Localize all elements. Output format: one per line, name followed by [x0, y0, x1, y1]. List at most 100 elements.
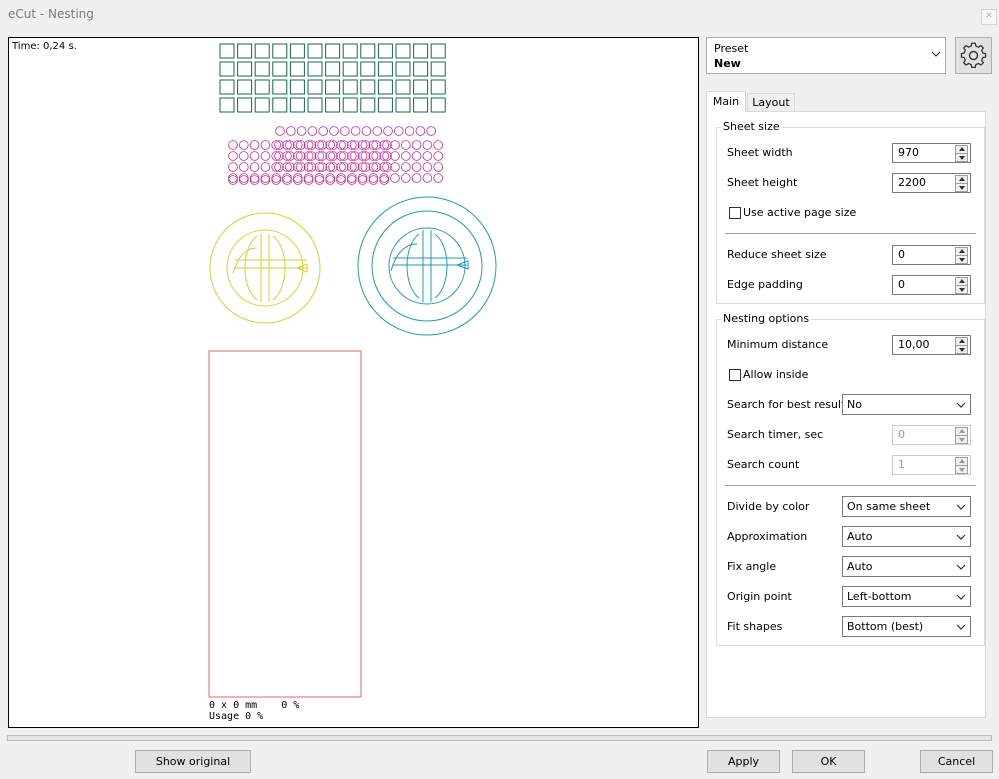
square-shape [307, 97, 323, 113]
circle-shape [383, 126, 393, 136]
square-shape [272, 43, 288, 59]
allow-inside-checkbox[interactable] [729, 369, 741, 381]
square-shape [395, 43, 411, 59]
sheet-height-spinner[interactable] [955, 175, 968, 192]
square-shape [325, 61, 341, 77]
circle-shape [239, 151, 249, 161]
sheet-width-label: Sheet width [727, 146, 793, 159]
circle-shape [390, 162, 400, 172]
square-shape [237, 43, 253, 59]
fix-angle-select[interactable]: Auto [842, 556, 971, 577]
minimum-distance-value: 10,00 [898, 338, 930, 351]
square-shape [254, 97, 270, 113]
circle-shape [411, 151, 422, 161]
square-shape [272, 97, 288, 113]
circle-shape [346, 175, 357, 185]
ok-button[interactable]: OK [792, 750, 865, 773]
square-shape [289, 97, 305, 113]
circle-shape [292, 175, 303, 185]
circle-shape [379, 175, 390, 185]
circle-shape [372, 126, 383, 136]
approximation-select[interactable]: Auto [842, 526, 971, 547]
square-shape [219, 61, 235, 77]
use-active-page-size-checkbox[interactable] [729, 207, 741, 219]
square-shape [237, 61, 253, 77]
circle-shape [390, 173, 400, 183]
circle-shape [422, 151, 433, 161]
reduce-sheet-size-input[interactable]: 0 [892, 245, 971, 265]
circle-shape [260, 175, 271, 185]
nesting-preview[interactable]: Time: 0,24 s. 0 x 0 mm 0 % Usage 0 % [8, 37, 699, 728]
window-title: eCut - Nesting [8, 7, 94, 21]
show-original-button[interactable]: Show original [135, 750, 251, 773]
fix-angle-value: Auto [847, 560, 873, 573]
circle-shape [433, 151, 444, 161]
circle-shape [303, 173, 314, 183]
circle-shape [228, 175, 238, 185]
circle-shape [271, 173, 282, 183]
square-shape [395, 97, 411, 113]
circle-shape [426, 126, 437, 136]
search-timer-spinner[interactable] [955, 427, 968, 444]
edge-padding-value: 0 [898, 278, 905, 291]
reduce-sheet-size-spinner[interactable] [955, 247, 968, 264]
square-shape [395, 61, 411, 77]
origin-point-value: Left-bottom [847, 590, 912, 603]
circle-shape [239, 162, 249, 172]
circle-shape [249, 173, 260, 183]
tab-layout[interactable]: Layout [747, 93, 795, 111]
search-timer-value: 0 [898, 428, 905, 441]
edge-padding-input[interactable]: 0 [892, 275, 971, 295]
sheet-width-input[interactable]: 970 [892, 143, 971, 163]
sheet-width-spinner[interactable] [955, 145, 968, 162]
close-icon[interactable]: ✕ [981, 9, 997, 25]
sheet-height-value: 2200 [898, 176, 926, 189]
chevron-down-icon [956, 534, 966, 540]
circle-shape [249, 140, 260, 150]
sheet-size-title: Sheet size [721, 120, 782, 133]
divide-by-color-select[interactable]: On same sheet [842, 496, 971, 517]
circle-shape [415, 126, 426, 136]
circle-shape [260, 151, 271, 161]
minimum-distance-input[interactable]: 10,00 [892, 335, 971, 355]
circle-shape [400, 151, 411, 161]
tab-main[interactable]: Main [706, 91, 746, 112]
circle-shape [422, 173, 433, 183]
approximation-value: Auto [847, 530, 873, 543]
fit-shapes-label: Fit shapes [727, 620, 783, 633]
circle-shape [260, 140, 271, 150]
circle-shape [390, 151, 400, 161]
usage-info: Usage 0 % [209, 711, 264, 722]
sheet-height-input[interactable]: 2200 [892, 173, 971, 193]
cancel-button[interactable]: Cancel [920, 750, 993, 773]
nesting-canvas [208, 43, 497, 698]
square-shape [430, 61, 446, 77]
circle-shape [433, 162, 444, 172]
search-count-input[interactable]: 1 [892, 455, 971, 475]
minimum-distance-spinner[interactable] [955, 337, 968, 354]
circle-shape [357, 175, 368, 185]
square-shape [219, 43, 235, 59]
square-shape [377, 43, 393, 59]
circle-shape [422, 162, 433, 172]
sheet-info: 0 x 0 mm 0 % [209, 700, 300, 711]
circle-shape [249, 151, 260, 161]
search-count-spinner[interactable] [955, 457, 968, 474]
edge-padding-spinner[interactable] [955, 277, 968, 294]
apply-button[interactable]: Apply [707, 750, 780, 773]
circle-shape [318, 126, 329, 136]
settings-button[interactable] [955, 37, 992, 74]
circle-shape [249, 175, 260, 185]
circle-shape [228, 151, 238, 161]
fit-shapes-select[interactable]: Bottom (best) [842, 616, 971, 637]
chevron-down-icon [956, 402, 966, 408]
edge-padding-label: Edge padding [727, 278, 803, 291]
circle-shape [260, 162, 271, 172]
circle-shape [314, 173, 325, 183]
circle-shape [275, 126, 285, 136]
circle-shape [228, 173, 238, 183]
origin-point-select[interactable]: Left-bottom [842, 586, 971, 607]
search-timer-input[interactable]: 0 [892, 425, 971, 445]
search-best-select[interactable]: No [842, 394, 971, 415]
preset-select[interactable]: Preset New [706, 37, 946, 74]
